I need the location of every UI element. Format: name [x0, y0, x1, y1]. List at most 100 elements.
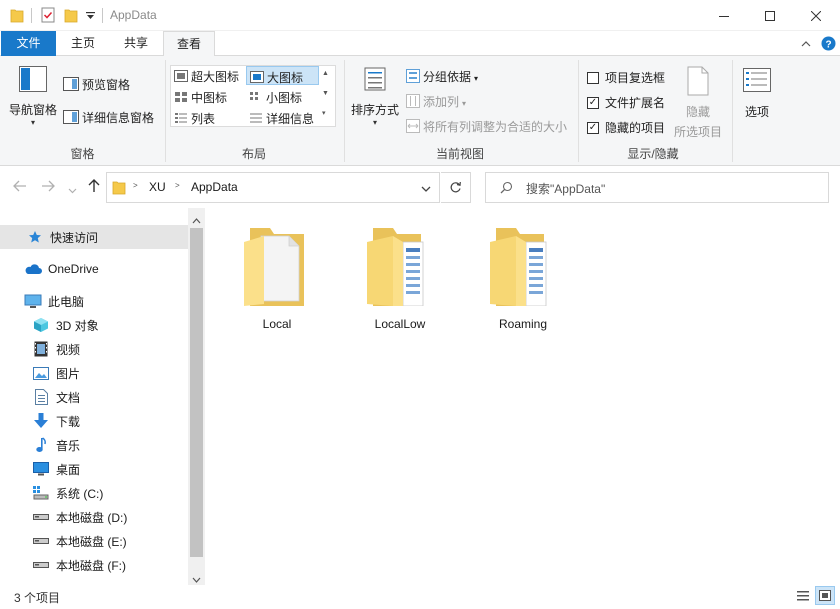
scroll-up-icon[interactable]	[192, 213, 201, 227]
details-view-toggle[interactable]	[796, 589, 810, 606]
breadcrumb-separator-icon[interactable]: >	[175, 181, 180, 190]
large-icons-view-icon	[819, 590, 831, 601]
picture-icon	[32, 365, 50, 381]
group-label-show-hide: 显示/隐藏	[627, 147, 679, 161]
small-icons-icon	[249, 91, 263, 106]
sort-by-button[interactable]: 排序方式 ▾	[350, 66, 400, 127]
refresh-button[interactable]	[441, 172, 471, 203]
sidebar-scrollbar[interactable]	[188, 208, 205, 585]
music-icon	[32, 437, 50, 453]
options-button[interactable]: 选项	[740, 68, 774, 120]
navigation-pane: 快速访问 OneDrive 此电脑 3D 对象 视频 图片 文档 下载 音乐 桌…	[0, 208, 205, 585]
sidebar-item-this-pc[interactable]: 此电脑	[0, 289, 188, 313]
ribbon-tabs: 文件 主页 共享 查看 ?	[0, 31, 840, 57]
item-checkboxes-checkbox[interactable]	[587, 71, 599, 84]
navigation-pane-label: 导航窗格	[8, 103, 57, 117]
fit-columns-button[interactable]: 将所有列调整为合适的大小	[406, 118, 567, 136]
group-label-layout: 布局	[241, 147, 266, 161]
sidebar-item-videos[interactable]: 视频	[0, 337, 188, 361]
gallery-more-icon[interactable]: ▾	[322, 109, 326, 117]
folder-with-file-icon	[242, 224, 312, 309]
sidebar-item-downloads[interactable]: 下载	[0, 409, 188, 433]
address-dropdown-button[interactable]	[421, 182, 431, 196]
sidebar-item-quick-access[interactable]: 快速访问	[0, 225, 188, 249]
preview-pane-button[interactable]: 预览窗格	[63, 76, 130, 94]
sidebar-item-3d-objects[interactable]: 3D 对象	[0, 313, 188, 337]
forward-button[interactable]	[41, 179, 55, 195]
gallery-up-icon[interactable]: ▲	[322, 70, 329, 77]
recent-locations-button[interactable]	[68, 181, 77, 197]
navigation-pane-button[interactable]: 导航窗格 ▾	[8, 66, 58, 127]
details-pane-icon	[63, 110, 79, 127]
item-count: 3 个项目	[14, 591, 61, 605]
back-button[interactable]	[13, 179, 27, 195]
document-icon	[32, 389, 50, 405]
folder-item-local[interactable]: Local	[222, 224, 332, 331]
sidebar-item-music[interactable]: 音乐	[0, 433, 188, 457]
scrollbar-thumb[interactable]	[190, 228, 203, 557]
folder-item-locallow[interactable]: LocalLow	[345, 224, 455, 331]
tab-share[interactable]: 共享	[110, 31, 162, 56]
group-by-icon	[406, 69, 420, 86]
group-by-button[interactable]: 分组依据 ▾	[406, 68, 478, 86]
file-extensions-toggle[interactable]: ✓ 文件扩展名	[587, 94, 665, 111]
ribbon: 导航窗格 ▾ 预览窗格 详细信息窗格 窗格 超大图标 大图标 中图标 小图标 列…	[0, 56, 840, 166]
options-label: 选项	[744, 105, 769, 119]
tab-home[interactable]: 主页	[58, 31, 108, 56]
sidebar-item-drive-d[interactable]: 本地磁盘 (D:)	[0, 505, 188, 529]
sidebar-item-onedrive[interactable]: OneDrive	[0, 257, 188, 281]
details-view-icon	[797, 591, 809, 601]
fit-columns-icon	[406, 119, 420, 136]
hidden-items-checkbox[interactable]: ✓	[587, 121, 599, 134]
folder-name: Roaming	[498, 317, 548, 331]
search-placeholder: 搜索"AppData"	[526, 182, 606, 196]
breadcrumb-xu[interactable]: XU	[149, 180, 166, 194]
large-icons-view-toggle[interactable]	[815, 586, 835, 605]
sidebar-item-drive-c[interactable]: 系统 (C:)	[0, 481, 188, 505]
close-button[interactable]	[793, 0, 839, 31]
tab-view[interactable]: 查看	[163, 31, 215, 57]
up-button[interactable]	[88, 179, 100, 196]
minimize-button[interactable]	[701, 0, 747, 31]
up-arrow-icon	[88, 179, 100, 192]
sidebar-item-drive-f[interactable]: 本地磁盘 (F:)	[0, 553, 188, 577]
properties-icon[interactable]	[41, 7, 55, 26]
folder-icon	[112, 180, 126, 198]
sidebar-item-pictures[interactable]: 图片	[0, 361, 188, 385]
cube-icon	[32, 317, 50, 333]
help-icon[interactable]: ?	[821, 36, 836, 54]
layout-extra-large-icons[interactable]: 超大图标	[174, 68, 239, 85]
maximize-button[interactable]	[747, 0, 793, 31]
sidebar-item-documents[interactable]: 文档	[0, 385, 188, 409]
file-extensions-checkbox[interactable]: ✓	[587, 96, 599, 109]
folder-icon[interactable]	[10, 7, 24, 26]
search-box[interactable]: 搜索"AppData"	[485, 172, 829, 203]
folder-item-roaming[interactable]: Roaming	[468, 224, 578, 331]
gallery-down-icon[interactable]: ▼	[322, 90, 329, 97]
tab-file[interactable]: 文件	[1, 31, 56, 56]
cloud-icon	[24, 261, 42, 277]
hide-selected-button[interactable]: 隐藏 所选项目	[672, 66, 724, 140]
breadcrumb-separator-icon[interactable]: >	[133, 181, 138, 190]
layout-details[interactable]: 详细信息	[249, 110, 314, 127]
add-column-button[interactable]: 添加列 ▾	[406, 93, 466, 111]
system-drive-icon	[32, 485, 50, 501]
breadcrumb-appdata[interactable]: AppData	[191, 180, 238, 194]
hidden-items-toggle[interactable]: ✓ 隐藏的项目	[587, 119, 665, 136]
new-folder-icon[interactable]	[64, 7, 78, 26]
details-pane-button[interactable]: 详细信息窗格	[63, 109, 154, 127]
layout-list[interactable]: 列表	[174, 110, 215, 127]
collapse-ribbon-icon[interactable]	[801, 37, 811, 51]
group-label-current-view: 当前视图	[435, 147, 484, 161]
medium-icons-icon	[174, 91, 188, 106]
address-bar[interactable]: > XU > AppData	[106, 172, 440, 203]
layout-small-icons[interactable]: 小图标	[249, 89, 302, 106]
search-icon	[500, 181, 513, 197]
scroll-down-icon[interactable]	[192, 572, 201, 586]
layout-large-icons[interactable]: 大图标	[246, 66, 319, 85]
customize-toolbar-icon[interactable]	[86, 10, 95, 24]
sidebar-item-desktop[interactable]: 桌面	[0, 457, 188, 481]
item-checkboxes-toggle[interactable]: 项目复选框	[587, 69, 665, 86]
sidebar-item-drive-e[interactable]: 本地磁盘 (E:)	[0, 529, 188, 553]
layout-medium-icons[interactable]: 中图标	[174, 89, 227, 106]
